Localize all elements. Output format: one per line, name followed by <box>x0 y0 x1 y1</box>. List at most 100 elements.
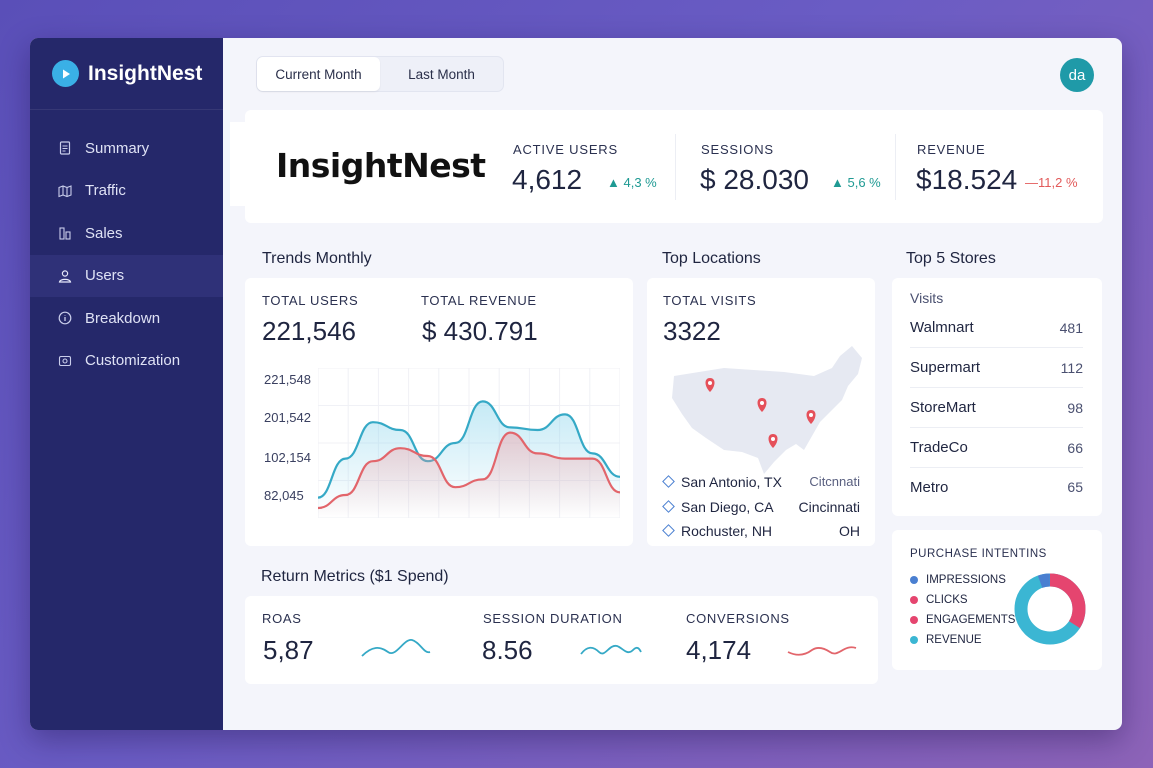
roas-sparkline <box>361 639 431 657</box>
revenue-delta: —11,2 % <box>1025 175 1078 190</box>
locations-title: Top Locations <box>662 250 761 267</box>
tab-last-month[interactable]: Last Month <box>380 57 503 91</box>
purchase-title: PURCHASE INTENTINS <box>910 548 1047 560</box>
sidebar-item-customization[interactable]: Customization <box>30 340 223 383</box>
conversions-sparkline <box>787 646 857 656</box>
active-users-label: ACTIVE USERS <box>513 142 618 157</box>
store-count: 65 <box>1067 479 1083 495</box>
revenue-label: REVENUE <box>917 142 986 157</box>
legend-dot <box>910 576 918 584</box>
legend-item: REVENUE <box>910 634 982 646</box>
divider <box>895 134 896 200</box>
sidebar-nav: Summary Traffic Sales Users Breakdown Cu… <box>30 127 223 382</box>
y-tick-label: 221,548 <box>264 372 311 387</box>
app-window: InsightNest Summary Traffic Sales Users … <box>30 38 1122 730</box>
legend-label: IMPRESSIONS <box>926 574 1006 586</box>
diamond-icon <box>662 500 675 513</box>
sessions-delta: ▲ 5,6 % <box>831 175 881 190</box>
delta-value: 11,2 % <box>1038 175 1078 190</box>
legend-label: ENGAGEMENTS <box>926 614 1016 626</box>
sidebar-item-label: Customization <box>85 352 181 370</box>
store-row[interactable]: Walmnart 481 <box>910 308 1083 348</box>
chart-series <box>318 400 620 518</box>
session-duration-label: SESSION DURATION <box>483 611 623 626</box>
location-name: San Antonio, TX <box>681 474 782 490</box>
bar-chart-icon <box>58 226 72 240</box>
total-visits-label: TOTAL VISITS <box>663 293 757 308</box>
store-row[interactable]: Supermart 112 <box>910 348 1083 388</box>
conversions-label: CONVERSIONS <box>686 611 790 626</box>
location-name: San Diego, CA <box>681 499 774 515</box>
purchase-donut <box>1014 573 1086 645</box>
us-map <box>672 346 862 474</box>
legend-item: IMPRESSIONS <box>910 574 1006 586</box>
store-count: 481 <box>1059 319 1083 336</box>
conversions-value: 4,174 <box>686 635 752 665</box>
session-duration-value: 8.56 <box>482 635 533 665</box>
store-name: TradeCo <box>910 439 968 456</box>
sidebar-item-label: Breakdown <box>85 309 161 327</box>
store-row[interactable]: Metro 65 <box>910 467 1083 507</box>
brand[interactable]: InsightNest <box>30 38 223 110</box>
kpi-brand-title: InsightNest <box>276 146 486 185</box>
map-icon <box>58 184 72 198</box>
location-city: Cincinnati <box>798 499 860 515</box>
y-tick-label: 82,045 <box>264 488 304 503</box>
location-row[interactable]: San Diego, CA Cincinnati <box>662 499 860 515</box>
roas-label: ROAS <box>262 611 302 626</box>
active-users-delta: ▲ 4,3 % <box>607 175 657 190</box>
avatar[interactable]: da <box>1060 58 1094 92</box>
stores-subtitle: Visits <box>910 290 944 306</box>
store-count: 98 <box>1067 399 1083 416</box>
y-tick-label: 201,542 <box>264 410 311 425</box>
store-name: Supermart <box>910 359 981 376</box>
return-metrics-card <box>245 596 878 684</box>
sidebar-item-label: Sales <box>85 224 123 242</box>
brand-name: InsightNest <box>88 61 203 85</box>
document-icon <box>58 141 72 155</box>
arrow-up-icon: ▲ <box>831 175 844 190</box>
sidebar-item-users[interactable]: Users <box>30 254 223 297</box>
period-tabs: Current Month Last Month <box>256 56 504 92</box>
total-revenue-value: $ 430.791 <box>422 316 538 346</box>
info-icon <box>58 311 72 325</box>
legend-label: CLICKS <box>926 594 968 606</box>
location-row[interactable]: Rochuster, NH OH <box>662 523 860 539</box>
diamond-icon <box>662 475 675 488</box>
user-icon <box>58 269 72 283</box>
location-row[interactable]: San Antonio, TX Citcnnati <box>662 474 860 490</box>
tab-current-month[interactable]: Current Month <box>257 57 380 91</box>
play-logo-icon <box>52 60 79 87</box>
store-name: Metro <box>910 478 949 496</box>
settings-icon <box>58 354 72 368</box>
delta-value: 5,6 % <box>847 175 881 190</box>
legend-dot <box>910 616 918 624</box>
legend-label: REVENUE <box>926 634 982 646</box>
total-users-label: TOTAL USERS <box>262 293 359 308</box>
arrow-up-icon: ▲ <box>607 175 620 190</box>
sidebar-item-label: Summary <box>85 139 150 157</box>
store-count: 66 <box>1067 439 1083 456</box>
trends-line-chart <box>318 368 620 518</box>
session-sparkline <box>580 645 642 655</box>
revenue-value: $18.524 <box>916 164 1018 195</box>
total-revenue-label: TOTAL REVENUE <box>421 293 537 308</box>
delta-value: 4,3 % <box>623 175 657 190</box>
sidebar-item-breakdown[interactable]: Breakdown <box>30 297 223 340</box>
sidebar-item-traffic[interactable]: Traffic <box>30 170 223 213</box>
legend-dot <box>910 636 918 644</box>
roas-value: 5,87 <box>263 635 314 665</box>
y-tick-label: 102,154 <box>264 450 311 465</box>
arrow-down-icon: — <box>1025 175 1038 190</box>
store-row[interactable]: TradeCo 66 <box>910 428 1083 468</box>
legend-item: ENGAGEMENTS <box>910 614 1015 626</box>
sidebar-item-summary[interactable]: Summary <box>30 127 223 170</box>
store-row[interactable]: StoreMart 98 <box>910 388 1083 428</box>
sidebar-item-sales[interactable]: Sales <box>30 212 223 255</box>
legend-dot <box>910 596 918 604</box>
store-name: Walmnart <box>910 319 974 336</box>
trends-title: Trends Monthly <box>262 250 372 267</box>
sidebar-item-label: Traffic <box>85 182 126 200</box>
location-city: OH <box>839 523 860 539</box>
sidebar: InsightNest Summary Traffic Sales Users … <box>30 38 223 730</box>
